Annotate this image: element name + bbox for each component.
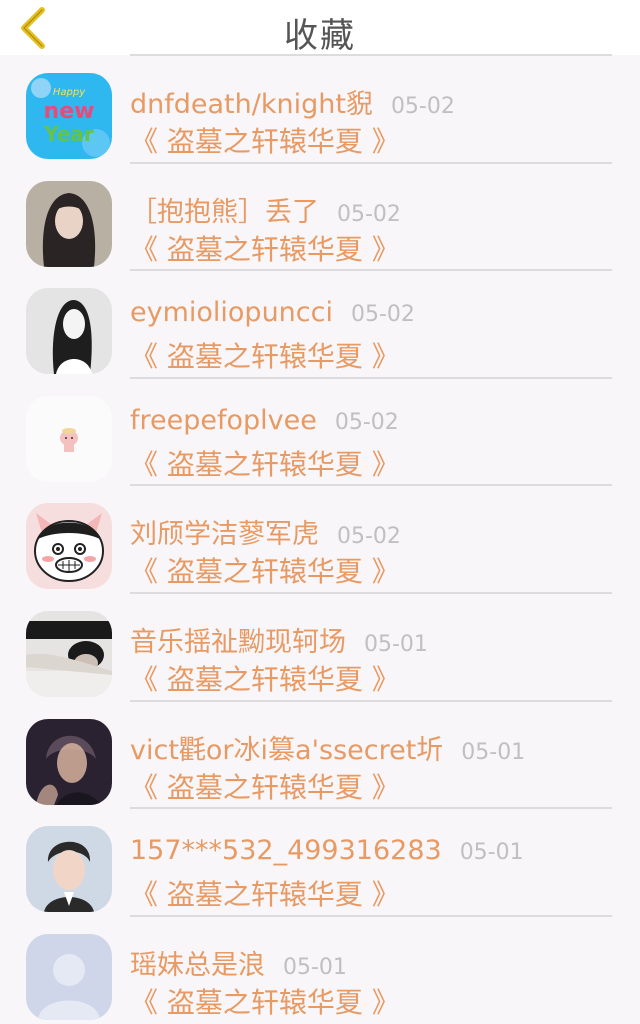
list-item[interactable]: freepefoplvee 05-02 《 盗墓之轩辕华夏 》 xyxy=(0,379,640,487)
list-item[interactable]: ［抱抱熊］丢了 05-02 《 盗墓之轩辕华夏 》 xyxy=(0,164,640,272)
item-header: eymioliopuncci 05-02 xyxy=(130,297,415,328)
avatar[interactable] xyxy=(26,826,112,913)
item-header: 157***532_499316283 05-01 xyxy=(130,835,524,866)
item-header: 瑶妹总是浪 05-01 xyxy=(130,943,347,982)
book-title[interactable]: 《 盗墓之轩辕华夏 》 xyxy=(130,228,400,268)
item-date: 05-02 xyxy=(351,302,415,328)
list-item[interactable]: eymioliopuncci 05-02 《 盗墓之轩辕华夏 》 xyxy=(0,271,640,379)
book-title[interactable]: 《 盗墓之轩辕华夏 》 xyxy=(130,335,400,375)
page-title: 收藏 xyxy=(284,16,356,56)
book-title[interactable]: 《 盗墓之轩辕华夏 》 xyxy=(130,120,400,160)
user-name[interactable]: vict氍or冰i篡a'ssecret圻 xyxy=(130,728,443,767)
avatar[interactable]: Happy new Year xyxy=(26,73,112,159)
item-date: 05-01 xyxy=(283,954,347,980)
avatar[interactable] xyxy=(26,395,112,482)
book-title[interactable]: 《 盗墓之轩辕华夏 》 xyxy=(130,873,400,913)
user-name[interactable]: dnfdeath/knight貎 xyxy=(130,82,373,121)
book-title[interactable]: 《 盗墓之轩辕华夏 》 xyxy=(130,658,400,698)
favorites-list: Happy new Year dnfdeath/knight貎 05-02 《 盗墓… xyxy=(0,56,640,1024)
user-name[interactable]: 瑶妹总是浪 xyxy=(130,943,265,982)
avatar[interactable] xyxy=(26,718,112,805)
svg-text:Year: Year xyxy=(43,122,94,146)
list-item[interactable]: 音乐揺祉黝现轲场 05-01 《 盗墓之轩辕华夏 》 xyxy=(0,594,640,702)
top-bar: 收藏 xyxy=(0,0,640,56)
item-date: 05-02 xyxy=(334,409,399,435)
item-date: 05-02 xyxy=(337,201,401,227)
user-name[interactable]: freepefoplvee xyxy=(130,405,317,436)
book-title[interactable]: 《 盗墓之轩辕华夏 》 xyxy=(130,550,400,590)
item-date: 05-02 xyxy=(390,94,455,119)
avatar[interactable] xyxy=(26,180,112,267)
user-name[interactable]: 刘颀学洁蓼军虎 xyxy=(130,512,319,551)
svg-text:new: new xyxy=(44,99,95,124)
item-header: freepefoplvee 05-02 xyxy=(130,405,399,436)
user-name[interactable]: eymioliopuncci xyxy=(130,297,333,328)
item-header: vict氍or冰i篡a'ssecret圻 05-01 xyxy=(130,728,525,767)
user-name[interactable]: ［抱抱熊］丢了 xyxy=(130,190,319,229)
item-header: ［抱抱熊］丢了 05-02 xyxy=(130,190,401,229)
default-avatar-icon[interactable] xyxy=(26,933,112,1020)
list-item[interactable]: 157***532_499316283 05-01 《 盗墓之轩辕华夏 》 xyxy=(0,809,640,917)
avatar[interactable] xyxy=(26,503,112,590)
list-item[interactable]: 刘颀学洁蓼军虎 05-02 《 盗墓之轩辕华夏 》 xyxy=(0,486,640,594)
user-name[interactable]: 音乐揺祉黝现轲场 xyxy=(130,620,346,659)
item-header: dnfdeath/knight貎 05-02 xyxy=(130,82,455,121)
list-item[interactable]: 瑶妹总是浪 05-01 《 盗墓之轩辕华夏 》 xyxy=(0,917,640,1024)
item-date: 05-01 xyxy=(364,631,428,657)
svg-text:Happy: Happy xyxy=(53,87,86,98)
avatar[interactable] xyxy=(26,610,112,697)
item-header: 音乐揺祉黝现轲场 05-01 xyxy=(130,620,428,659)
item-date: 05-01 xyxy=(461,739,526,765)
user-name[interactable]: 157***532_499316283 xyxy=(130,835,442,866)
book-title[interactable]: 《 盗墓之轩辕华夏 》 xyxy=(130,766,400,806)
item-date: 05-02 xyxy=(337,524,401,550)
item-date: 05-01 xyxy=(459,840,524,866)
avatar[interactable] xyxy=(26,288,112,375)
list-item[interactable]: Happy new Year dnfdeath/knight貎 05-02 《 盗墓… xyxy=(0,56,640,164)
item-header: 刘颀学洁蓼军虎 05-02 xyxy=(130,512,401,551)
book-title[interactable]: 《 盗墓之轩辕华夏 》 xyxy=(130,443,400,483)
list-item[interactable]: vict氍or冰i篡a'ssecret圻 05-01 《 盗墓之轩辕华夏 》 xyxy=(0,702,640,810)
